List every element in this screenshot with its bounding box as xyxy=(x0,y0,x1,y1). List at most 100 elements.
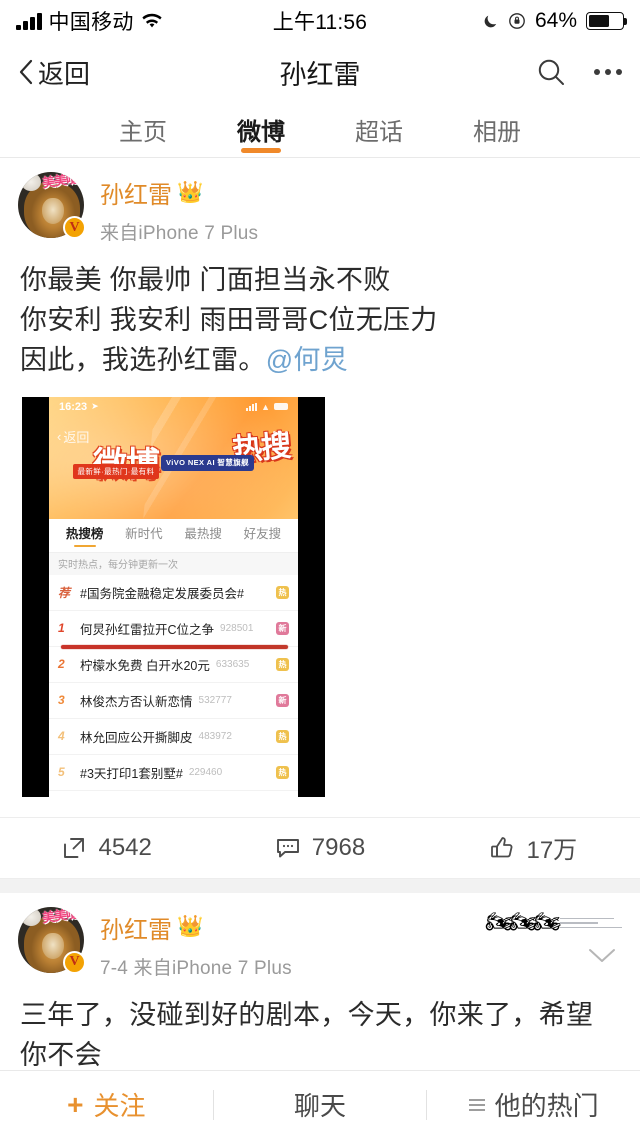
plus-icon: + xyxy=(67,1088,84,1120)
post-source-label: 来自iPhone 7 Plus xyxy=(100,223,259,244)
hotsearch-tabs: 热搜榜 新时代 最热搜 好友搜 xyxy=(49,518,298,553)
status-bar: 中国移动 上午11:56 64% xyxy=(0,0,640,42)
username-row[interactable]: 孙红雷 👑 xyxy=(100,910,292,945)
comment-button[interactable]: 7968 xyxy=(213,834,426,862)
chat-button[interactable]: 聊天 xyxy=(214,1086,427,1123)
hotsearch-row[interactable]: 荐 #国务院金融稳定发展委员会# 热 xyxy=(49,575,298,611)
repost-icon xyxy=(64,837,85,858)
like-button[interactable]: 17万 xyxy=(427,830,640,865)
avatar-overlay-text: 美美哒 xyxy=(41,906,79,926)
hotsearch-row[interactable]: 4 林允回应公开撕脚皮 483972 热 xyxy=(49,719,298,755)
feed-divider xyxy=(0,878,640,893)
hotsearch-tab-newera[interactable]: 新时代 xyxy=(125,523,163,547)
avatar-photo-face xyxy=(42,932,64,959)
embedded-status-bar: 16:23 ➤ ▲ xyxy=(49,397,298,417)
hotsearch-rank: 2 xyxy=(58,657,65,672)
chat-label: 聊天 xyxy=(294,1091,347,1121)
comment-count: 7968 xyxy=(311,833,366,861)
username-label: 孙红雷 xyxy=(100,916,172,944)
tab-album[interactable]: 相册 xyxy=(467,102,527,157)
tab-supertopic[interactable]: 超话 xyxy=(349,102,409,157)
weibo-profile-screen: 中国移动 上午11:56 64% 返回 孙红雷 主页 微博 超话 相册 美美哒 … xyxy=(0,0,640,1138)
search-icon[interactable] xyxy=(536,57,566,87)
more-dots-icon[interactable] xyxy=(594,69,622,75)
tab-label: 超话 xyxy=(355,119,403,146)
hotsearch-note: 实时热点，每分钟更新一次 xyxy=(49,552,298,575)
avatar-overlay-text: 美美哒 xyxy=(41,172,79,191)
chevron-down-icon[interactable] xyxy=(586,945,618,965)
avatar-photo-dog xyxy=(21,907,41,926)
moon-icon xyxy=(484,15,497,27)
follow-label: 关注 xyxy=(93,1091,146,1121)
hotsearch-rank: 1 xyxy=(58,621,65,636)
post-text: 你最美 你最帅 门面担当永不败 你安利 我安利 雨田哥哥C位无压力 因此，我选孙… xyxy=(0,245,640,381)
post-header: 美美哒 V 孙红雷 👑 来自iPhone 7 Plus xyxy=(0,158,640,245)
avatar[interactable]: 美美哒 V xyxy=(18,906,86,974)
carrier-label: 中国移动 xyxy=(48,11,134,34)
hotsearch-tag: 热 xyxy=(276,585,289,599)
like-count: 17万 xyxy=(526,837,578,865)
post-image[interactable]: 16:23 ➤ ▲ ‹ 返回 ViVO NEX AI 智慧旗舰 最新鲜·最热门·… xyxy=(22,396,325,797)
hotsearch-tag: 新 xyxy=(276,693,289,707)
post-author-block: 孙红雷 👑 7-4 来自iPhone 7 Plus xyxy=(100,907,292,980)
follow-button[interactable]: + 关注 xyxy=(0,1086,213,1123)
bottom-action-bar: + 关注 聊天 他的热门 xyxy=(0,1070,640,1138)
post-header-right: 🏍🏍🏍 xyxy=(485,907,622,965)
nav-actions xyxy=(536,57,622,87)
embedded-battery-icon xyxy=(274,403,288,411)
hotsearch-count: 532777 xyxy=(198,694,232,706)
hotsearch-count: 229460 xyxy=(188,766,223,778)
embedded-back-label: 返回 xyxy=(63,429,90,445)
post-source-label: 7-4 来自iPhone 7 Plus xyxy=(100,957,292,979)
repost-count: 4542 xyxy=(98,833,152,861)
post-feed[interactable]: 美美哒 V 孙红雷 👑 来自iPhone 7 Plus 你最美 你最帅 门面担当… xyxy=(0,158,640,1070)
hotsearch-rank: 4 xyxy=(58,729,65,744)
hotsearch-row[interactable]: 5 #3天打印1套别墅# 229460 热 xyxy=(49,755,298,791)
hotsearch-tag: 热 xyxy=(276,765,289,779)
embedded-more-icon[interactable] xyxy=(273,430,288,434)
username-row[interactable]: 孙红雷 👑 xyxy=(100,175,258,210)
repost-button[interactable]: 4542 xyxy=(0,834,213,862)
avatar[interactable]: 美美哒 V xyxy=(18,172,86,239)
his-hot-button[interactable]: 他的热门 xyxy=(427,1086,640,1123)
hotsearch-logo: 微博 ViVO NEX AI 智慧旗舰 最新鲜·最热门·最有料 xyxy=(69,448,279,482)
tab-weibo[interactable]: 微博 xyxy=(231,102,291,157)
hotsearch-row[interactable]: 6 斯外戈发长文 222182 新 xyxy=(49,791,298,797)
hotsearch-title: 柠檬水免费 白开水20元 xyxy=(80,658,210,673)
chevron-left-icon xyxy=(19,59,33,85)
comment-icon xyxy=(276,838,299,858)
tab-label: 相册 xyxy=(473,119,521,146)
post-item[interactable]: 美美哒 V 孙红雷 👑 7-4 来自iPhone 7 Plus 🏍🏍🏍 三年了，… xyxy=(0,892,640,1070)
speed-lines-decoration xyxy=(560,916,622,929)
hotsearch-tag: 热 xyxy=(276,657,289,671)
post-text-line: 因此，我选孙红雷。@何炅 xyxy=(20,341,620,381)
tab-underline xyxy=(241,148,281,153)
hotsearch-tag: 新 xyxy=(276,621,289,635)
hotsearch-tab-friends[interactable]: 好友搜 xyxy=(244,523,282,547)
hotsearch-row[interactable]: 1 何炅孙红雷拉开C位之争 928501 新 xyxy=(49,611,298,649)
motorcycle-icon: 🏍🏍🏍 xyxy=(485,908,561,934)
tab-label: 微博 xyxy=(237,119,285,146)
tab-homepage[interactable]: 主页 xyxy=(113,102,173,157)
hotsearch-tab-hottest[interactable]: 最热搜 xyxy=(184,523,222,547)
nav-bar: 返回 孙红雷 xyxy=(0,42,640,102)
hotsearch-title: 林允回应公开撕脚皮 xyxy=(80,730,193,745)
mention-link[interactable]: @何炅 xyxy=(266,345,348,375)
hotsearch-rank: 荐 xyxy=(58,585,71,600)
back-button[interactable]: 返回 xyxy=(18,54,90,91)
hotsearch-row[interactable]: 3 林俊杰方否认新恋情 532777 新 xyxy=(49,683,298,719)
post-text-line: 你安利 我安利 雨田哥哥C位无压力 xyxy=(20,304,438,335)
wifi-icon xyxy=(142,13,162,27)
hotsearch-tab-rank[interactable]: 热搜榜 xyxy=(66,523,104,547)
embedded-status-right: ▲ xyxy=(246,402,288,412)
hotsearch-tag: 热 xyxy=(276,729,289,743)
post-text: 三年了，没碰到好的剧本，今天，你来了，希望你不会 让大家失望👨‍👩‍👦👨‍👩‍👦… xyxy=(0,980,640,1070)
embedded-time: 16:23 xyxy=(59,400,88,413)
status-bar-right: 64% xyxy=(482,9,627,33)
post-item[interactable]: 美美哒 V 孙红雷 👑 来自iPhone 7 Plus 你最美 你最帅 门面担当… xyxy=(0,158,640,879)
embedded-back-button[interactable]: ‹ 返回 xyxy=(57,427,89,446)
battery-icon xyxy=(586,12,627,30)
crown-icon: 👑 xyxy=(177,180,204,204)
hotsearch-title: 林俊杰方否认新恋情 xyxy=(80,694,193,709)
hotsearch-row[interactable]: 2 柠檬水免费 白开水20元 633635 热 xyxy=(49,647,298,683)
